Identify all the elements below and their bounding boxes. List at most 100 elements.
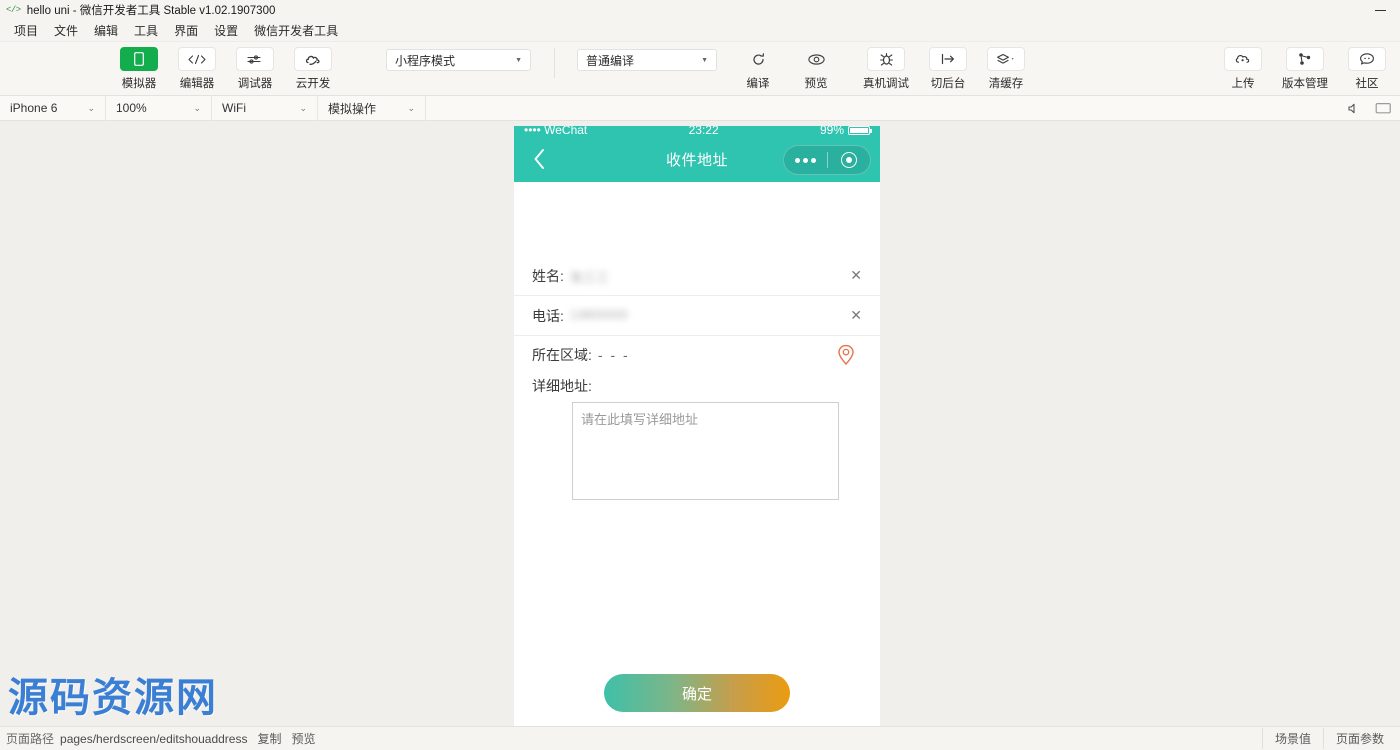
app-window: </> hello uni - 微信开发者工具 Stable v1.02.190…: [0, 0, 1400, 750]
screen-icon[interactable]: [1375, 102, 1392, 115]
toolbar-button-editor[interactable]: 编辑器: [168, 42, 226, 91]
submit-button-wrap: 确定: [514, 650, 880, 712]
close-icon[interactable]: ✕: [842, 267, 862, 284]
chevron-down-icon: ⌄: [299, 102, 307, 113]
toolbar-label-real-device-debug: 真机调试: [863, 78, 909, 90]
status-bar-battery: 99%: [819, 126, 872, 136]
region-value: - - -: [597, 347, 630, 363]
detail-address-label: 详细地址:: [514, 374, 880, 402]
form-bottom-spacer: [514, 500, 880, 650]
toolbar-button-preview[interactable]: 预览: [787, 42, 845, 91]
chevron-down-icon: ⌄: [193, 102, 201, 113]
wechat-capsule-button[interactable]: [783, 145, 871, 175]
toolbar-label-community: 社区: [1355, 78, 1379, 90]
debug-slider-icon: [236, 47, 274, 71]
refresh-icon: [739, 47, 777, 71]
simulate-action-select[interactable]: 模拟操作 ⌄: [318, 95, 426, 121]
page-path-label: 页面路径: [6, 732, 55, 746]
form-row-phone[interactable]: 电话: 13800000 ✕: [514, 296, 880, 336]
toolbar-label-clear-cache: 清缓存: [988, 78, 1024, 90]
scene-value-button[interactable]: 场景值: [1261, 728, 1323, 749]
simulate-action-value: 模拟操作: [328, 101, 377, 116]
toolbar-label-background: 切后台: [930, 78, 966, 90]
phone-bottom-spacer: [514, 712, 880, 726]
chevron-down-icon: ⌄: [87, 102, 95, 113]
phone-simulator: •••• WeChat 23:22 99% 收件地址 姓名: 张三三 ✕ 电话:…: [514, 126, 880, 726]
menu-item-settings[interactable]: 设置: [206, 20, 246, 41]
toolbar-button-background[interactable]: 切后台: [919, 42, 977, 91]
minimize-icon[interactable]: [1370, 0, 1390, 20]
compile-type-select[interactable]: 普通编译 ▼: [577, 49, 717, 71]
detail-address-placeholder: 请在此填写详细地址: [581, 412, 699, 427]
phone-input[interactable]: 13800000: [568, 306, 842, 326]
menu-item-edit[interactable]: 编辑: [86, 20, 126, 41]
chevron-left-icon[interactable]: [526, 146, 552, 172]
detail-address-wrap: 请在此填写详细地址: [514, 402, 880, 500]
toolbar-button-simulator[interactable]: 模拟器: [110, 42, 168, 91]
background-arrow-icon: [929, 47, 967, 71]
ellipsis-icon[interactable]: [784, 157, 827, 163]
toolbar-button-real-device-debug[interactable]: 真机调试: [853, 42, 919, 91]
compile-mode-value: 小程序模式: [395, 53, 456, 68]
toolbar-button-debugger[interactable]: 调试器: [226, 42, 284, 91]
caret-down-icon: ▼: [515, 56, 522, 64]
toolbar-label-compile: 编译: [746, 78, 770, 90]
phone-label: 电话:: [532, 307, 564, 324]
toolbar-button-version-control[interactable]: 版本管理: [1272, 42, 1338, 91]
battery-icon: [848, 126, 872, 135]
toolbar-button-community[interactable]: 社区: [1338, 42, 1396, 91]
form-top-spacer: [514, 182, 880, 256]
close-icon[interactable]: ✕: [842, 307, 862, 324]
menu-item-interface[interactable]: 界面: [166, 20, 206, 41]
preview-path-button[interactable]: 预览: [292, 730, 316, 747]
speaker-mute-icon[interactable]: [1347, 102, 1361, 115]
window-title-bar: </> hello uni - 微信开发者工具 Stable v1.02.190…: [0, 0, 1400, 20]
zoom-select[interactable]: 100% ⌄: [106, 95, 212, 121]
confirm-button[interactable]: 确定: [604, 674, 790, 712]
compile-mode-select[interactable]: 小程序模式 ▼: [386, 49, 531, 71]
menu-item-devtools[interactable]: 微信开发者工具: [246, 20, 346, 41]
device-bar-right-tools: [1347, 102, 1392, 115]
main-toolbar: 模拟器 编辑器 调试器 云开发 小程序模式 ▼ 普通编译 ▼ 编译 预览 真机调…: [0, 42, 1400, 96]
device-select-value: iPhone 6: [10, 101, 58, 115]
toolbar-button-compile[interactable]: 编译: [729, 42, 787, 91]
toolbar-label-preview: 预览: [804, 78, 828, 90]
region-label: 所在区域:: [532, 347, 592, 363]
form-row-region[interactable]: 所在区域: - - -: [514, 336, 880, 374]
menu-item-tools[interactable]: 工具: [126, 20, 166, 41]
device-select[interactable]: iPhone 6 ⌄: [0, 95, 106, 121]
toolbar-divider: [554, 48, 555, 78]
bottom-status-bar: 页面路径 pages/herdscreen/editshouaddress 复制…: [0, 726, 1400, 750]
menu-bar: 项目 文件 编辑 工具 界面 设置 微信开发者工具: [0, 20, 1400, 42]
network-select[interactable]: WiFi ⌄: [212, 95, 318, 121]
zoom-select-value: 100%: [116, 101, 147, 115]
chevron-down-icon: ⌄: [407, 102, 415, 113]
layers-icon: [987, 47, 1025, 71]
phone-status-bar: •••• WeChat 23:22 99%: [514, 126, 880, 136]
eye-icon: [797, 47, 835, 71]
page-params-button[interactable]: 页面参数: [1322, 728, 1396, 749]
status-bar-carrier: •••• WeChat: [524, 126, 588, 136]
phone-icon: [120, 47, 158, 71]
toolbar-button-upload[interactable]: 上传: [1214, 42, 1272, 91]
window-title: hello uni - 微信开发者工具 Stable v1.02.1907300: [26, 5, 276, 17]
toolbar-button-cloud-dev[interactable]: 云开发: [284, 42, 342, 91]
bug-icon: [867, 47, 905, 71]
toolbar-button-clear-cache[interactable]: 清缓存: [977, 42, 1035, 91]
phone-nav-bar: 收件地址: [514, 136, 880, 182]
target-circle-icon[interactable]: [828, 152, 871, 168]
location-pin-icon[interactable]: [836, 344, 856, 366]
simulator-canvas: •••• WeChat 23:22 99% 收件地址 姓名: 张三三 ✕ 电话:…: [0, 126, 1400, 726]
form-row-name[interactable]: 姓名: 张三三 ✕: [514, 256, 880, 296]
menu-item-file[interactable]: 文件: [46, 20, 86, 41]
status-bar-time: 23:22: [688, 126, 719, 136]
status-bar-battery-text: 99%: [819, 126, 844, 136]
detail-address-textarea[interactable]: 请在此填写详细地址: [572, 402, 839, 500]
page-path-value: pages/herdscreen/editshouaddress: [60, 731, 248, 746]
copy-path-button[interactable]: 复制: [257, 730, 281, 747]
menu-item-project[interactable]: 项目: [6, 20, 46, 41]
chat-bubble-icon: [1348, 47, 1386, 71]
toolbar-label-version-control: 版本管理: [1282, 78, 1328, 90]
name-input-value: 张三三: [569, 269, 609, 285]
name-input[interactable]: 张三三: [568, 266, 842, 286]
